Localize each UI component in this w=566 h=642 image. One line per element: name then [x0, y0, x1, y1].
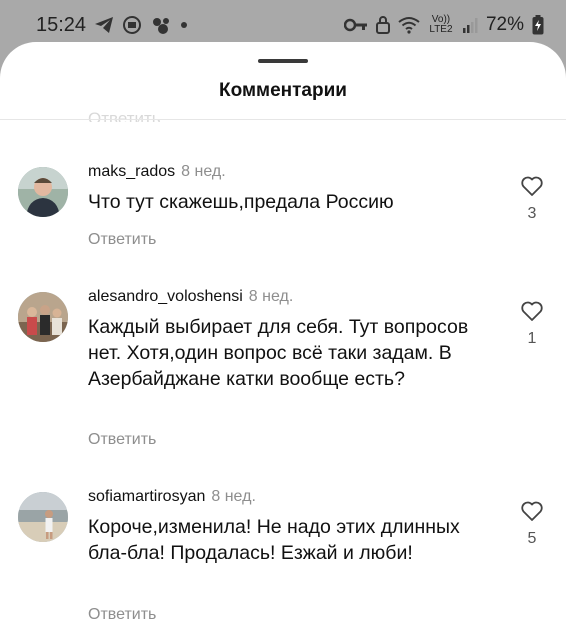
comment-header: alesandro_voloshensi 8 нед. — [88, 288, 293, 306]
like-count: 5 — [527, 530, 537, 547]
battery-percent: 72% — [485, 14, 524, 35]
like-count: 1 — [527, 330, 537, 347]
comment-text: Короче,изменила! Не надо этих длинных бл… — [88, 516, 460, 564]
lock-icon — [375, 16, 390, 34]
comment-text: Что тут скажешь,предала Россию — [88, 191, 394, 213]
like-control: 3 — [519, 175, 545, 223]
heart-icon[interactable] — [520, 175, 544, 197]
drag-handle[interactable] — [258, 59, 308, 63]
signal-icon — [462, 17, 478, 33]
comment-time: 8 нед. — [211, 488, 256, 505]
like-count: 3 — [527, 205, 537, 222]
comments-sheet: Комментарии Ответить maks_rados 8 нед. Чт… — [0, 42, 566, 642]
status-left: 15:24 — [36, 14, 188, 37]
status-time: 15:24 — [36, 13, 87, 36]
heart-icon[interactable] — [520, 500, 544, 522]
heart-icon[interactable] — [520, 300, 544, 322]
reply-button[interactable]: Ответить — [88, 431, 156, 449]
comment-header: sofiamartirosyan 8 нед. — [88, 488, 256, 506]
bank-app-icon — [122, 15, 142, 35]
avatar[interactable] — [18, 292, 68, 342]
reply-button[interactable]: Ответить — [88, 606, 156, 624]
vpn-key-icon — [343, 18, 368, 32]
comment-text: Каждый выбирает для себя. Тут вопросов н… — [88, 316, 469, 390]
comment-time: 8 нед. — [248, 288, 294, 305]
comment-time: 8 нед. — [181, 163, 226, 180]
community-app-icon — [150, 15, 172, 35]
header-divider — [0, 119, 566, 120]
more-notifications-dot-icon — [180, 21, 188, 29]
comment-username[interactable]: sofiamartirosyan — [88, 488, 205, 505]
network-label: Vo)) LTE2 — [429, 14, 453, 35]
like-control: 1 — [519, 300, 545, 348]
comment-username[interactable]: alesandro_voloshensi — [88, 288, 243, 305]
comment-username[interactable]: maks_rados — [88, 163, 175, 180]
avatar[interactable] — [18, 167, 68, 217]
telegram-icon — [94, 16, 114, 34]
like-control: 5 — [519, 500, 545, 548]
reply-button[interactable]: Ответить — [88, 231, 156, 249]
sheet-title: Комментарии — [219, 80, 347, 101]
comment-header: maks_rados 8 нед. — [88, 163, 226, 181]
battery-charging-icon — [532, 15, 544, 35]
wifi-icon — [398, 16, 420, 34]
status-right: Vo)) LTE2 72% — [343, 14, 544, 36]
volte-lte-icon: Vo)) LTE2 — [428, 15, 454, 35]
avatar[interactable] — [18, 492, 68, 542]
